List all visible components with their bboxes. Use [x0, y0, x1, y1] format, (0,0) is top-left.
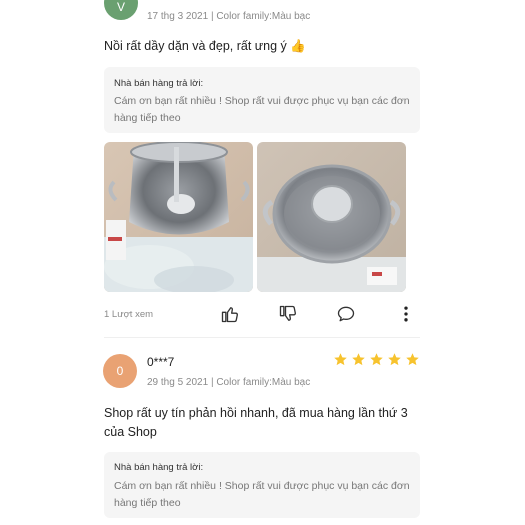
review-photo-1[interactable]: [104, 142, 253, 292]
avatar[interactable]: V: [104, 0, 138, 20]
star-icon: [388, 353, 401, 366]
review-date-meta: 17 thg 3 2021 | Color family:Màu bạc: [147, 11, 311, 22]
avatar-letter: 0: [116, 364, 124, 378]
review-photo-2[interactable]: [257, 142, 406, 292]
seller-reply-label: Nhà bán hàng trả lời:: [114, 78, 204, 89]
seller-reply-text: Cám ơn bạn rất nhiều ! Shop rất vui được…: [114, 480, 410, 509]
more-vertical-icon: [404, 306, 408, 322]
review-text: Nồi rất dầy dặn và đẹp, rất ưng ý 👍: [104, 39, 306, 53]
review-text: Shop rất uy tín phản hồi nhanh, đã mua h…: [104, 406, 408, 439]
more-options-button[interactable]: [395, 303, 417, 325]
seller-reply-box: Nhà bán hàng trả lời: Cám ơn bạn rất nhi…: [104, 67, 420, 133]
avatar-letter: V: [116, 0, 125, 14]
seller-reply-text: Cám ơn bạn rất nhiều ! Shop rất vui được…: [114, 95, 410, 124]
comment-button[interactable]: [335, 303, 357, 325]
comment-icon: [337, 306, 355, 322]
review-divider: [104, 337, 420, 338]
star-icon: [370, 353, 383, 366]
seller-reply-label: Nhà bán hàng trả lời:: [114, 462, 204, 473]
like-button[interactable]: [219, 303, 241, 325]
star-icon: [406, 353, 419, 366]
star-icon: [334, 353, 347, 366]
star-icon: [352, 353, 365, 366]
thumbs-down-icon: [279, 305, 296, 321]
view-count: 1 Lượt xem: [104, 309, 154, 320]
seller-reply-box: Nhà bán hàng trả lời: Cám ơn bạn rất nhi…: [104, 452, 420, 518]
avatar[interactable]: 0: [103, 354, 137, 388]
pot-photo-image: [104, 142, 253, 292]
dislike-button[interactable]: [277, 303, 299, 325]
pot-lid-photo-image: [257, 142, 406, 292]
thumbs-up-icon: [221, 307, 238, 323]
reviewer-name: 0***7: [147, 355, 175, 369]
star-rating: [333, 352, 420, 367]
review-date-meta: 29 thg 5 2021 | Color family:Màu bạc: [147, 377, 311, 388]
